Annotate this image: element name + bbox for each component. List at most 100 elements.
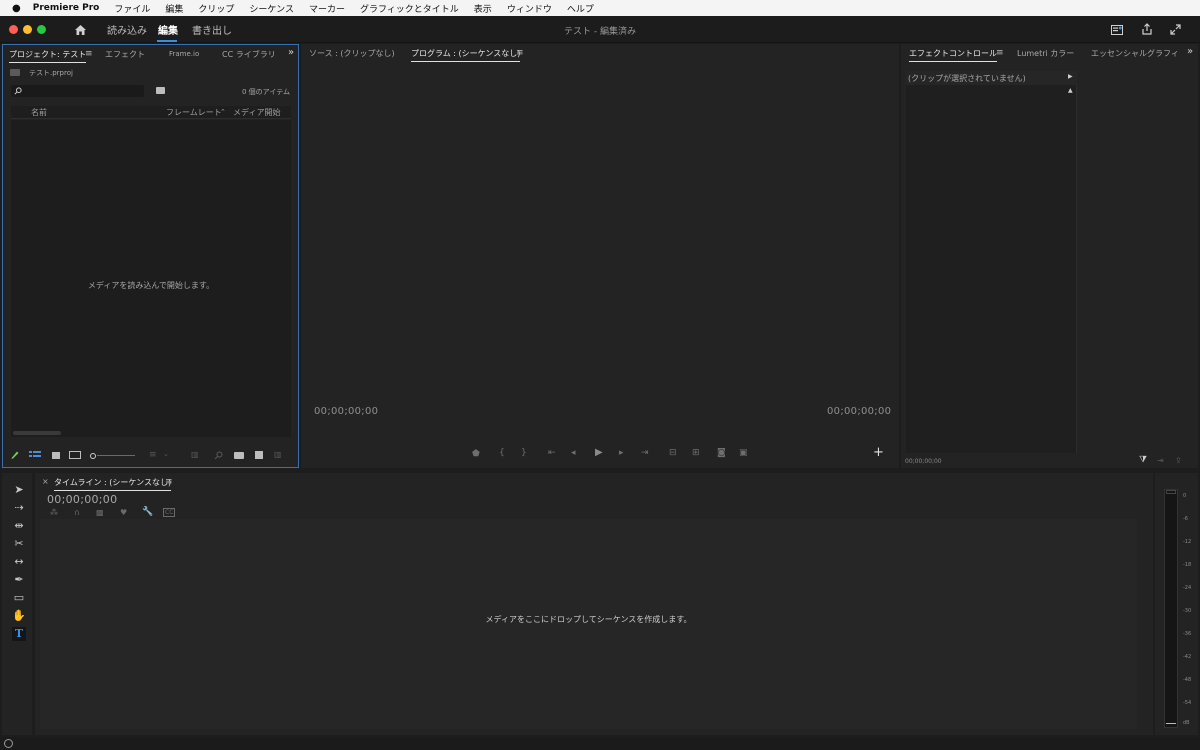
tab-frameio[interactable]: Frame.io <box>169 50 199 58</box>
share-icon[interactable] <box>1141 23 1153 35</box>
column-frame-rate[interactable]: フレームレート <box>166 107 222 118</box>
horizontal-scrollbar[interactable] <box>13 431 61 435</box>
tab-timeline[interactable]: タイムライン : (シーケンスなし) <box>54 477 172 491</box>
play-audio-icon[interactable]: ⇥ <box>1157 456 1164 465</box>
tab-lumetri-color[interactable]: Lumetri カラー <box>1017 48 1074 59</box>
effect-controls-menu-icon[interactable]: ≡ <box>996 48 1004 58</box>
tab-effect-controls[interactable]: エフェクトコントロール <box>909 48 997 62</box>
menu-marker[interactable]: マーカー <box>309 2 345 15</box>
home-icon[interactable] <box>74 24 87 36</box>
tab-essential-graphics[interactable]: エッセンシャルグラフィ <box>1091 48 1179 59</box>
fullscreen-icon[interactable] <box>1170 24 1181 35</box>
more-tabs-icon[interactable]: » <box>1187 46 1193 57</box>
export-frame-icon[interactable]: ◙ <box>717 448 726 458</box>
hand-tool-icon[interactable]: ✋ <box>12 609 26 623</box>
menu-graphics[interactable]: グラフィックとタイトル <box>360 2 459 15</box>
menu-view[interactable]: 表示 <box>474 2 492 15</box>
tab-program-monitor[interactable]: プログラム : (シーケンスなし) <box>411 48 521 62</box>
timeline-track-area[interactable]: メディアをここにドロップしてシーケンスを作成します。 <box>40 519 1137 729</box>
button-editor-icon[interactable]: + <box>873 445 884 460</box>
freeform-view-icon[interactable] <box>69 451 81 459</box>
program-video-area[interactable] <box>301 62 899 402</box>
tab-cc-libraries[interactable]: CC ライブラリ <box>222 49 276 60</box>
quick-export-icon[interactable] <box>1111 25 1123 35</box>
timeline-menu-icon[interactable]: ≡ <box>165 477 173 487</box>
workspace-tab-export[interactable]: 書き出し <box>192 22 232 37</box>
new-search-bin-icon[interactable] <box>156 87 165 94</box>
automate-sequence-icon[interactable]: ▥ <box>191 450 199 459</box>
column-media-start[interactable]: メディア開始 <box>233 107 280 118</box>
filter-icon[interactable]: ⧩ <box>1139 455 1147 465</box>
linked-selection-icon[interactable]: ▩ <box>96 508 104 517</box>
pen-tool-icon[interactable]: ✒ <box>12 573 26 587</box>
comparison-view-icon[interactable]: ▣ <box>739 448 748 458</box>
menu-file[interactable]: ファイル <box>114 2 150 15</box>
go-to-in-icon[interactable]: ⇤ <box>548 448 556 458</box>
step-forward-icon[interactable]: ▸ <box>619 448 624 458</box>
menu-clip[interactable]: クリップ <box>198 2 234 15</box>
workspace-tab-import[interactable]: 読み込み <box>107 22 147 37</box>
sort-ascending-icon[interactable]: ⌃ <box>220 108 226 116</box>
tab-source-monitor[interactable]: ソース : (クリップなし) <box>309 48 395 59</box>
add-marker-icon[interactable]: ♥ <box>120 508 127 517</box>
step-back-icon[interactable]: ◂ <box>571 448 576 458</box>
project-search-input[interactable] <box>11 85 144 97</box>
selection-tool-icon[interactable]: ➤ <box>12 483 26 497</box>
mark-out-icon[interactable]: } <box>521 448 527 458</box>
razor-tool-icon[interactable]: ✂ <box>12 537 26 551</box>
rectangle-tool-icon[interactable]: ▭ <box>12 591 26 605</box>
expand-right-icon[interactable]: ▶ <box>1068 73 1073 80</box>
sort-dropdown-icon[interactable]: ⌄ <box>163 450 169 458</box>
search-icon <box>14 87 22 95</box>
tab-project[interactable]: プロジェクト: テスト <box>9 49 87 63</box>
close-timeline-icon[interactable]: × <box>42 477 49 486</box>
extract-icon[interactable]: ⊞ <box>692 448 700 458</box>
icon-view-icon[interactable] <box>52 452 60 459</box>
find-icon[interactable] <box>214 451 223 460</box>
clip-selector[interactable]: (クリップが選択されていません) ▶ <box>906 71 1077 85</box>
add-marker-icon[interactable]: ⬟ <box>472 449 480 459</box>
menu-app-name[interactable]: Premiere Pro <box>33 3 100 13</box>
go-to-out-icon[interactable]: ⇥ <box>641 448 649 458</box>
type-tool-icon[interactable]: T <box>12 627 26 641</box>
clear-icon[interactable]: ▥ <box>274 450 282 459</box>
effect-controls-timecode[interactable]: 00;00;00;00 <box>905 458 942 465</box>
sort-icon[interactable]: ≡ <box>149 450 157 460</box>
mark-in-icon[interactable]: { <box>499 448 505 458</box>
menu-window[interactable]: ウィンドウ <box>507 2 552 15</box>
creative-cloud-icon[interactable] <box>4 739 13 748</box>
export-icon[interactable]: ⇪ <box>1175 456 1182 465</box>
zoom-slider-handle[interactable] <box>90 453 96 459</box>
play-icon[interactable]: ▶ <box>595 447 603 458</box>
pencil-icon[interactable] <box>11 451 19 460</box>
timeline-settings-wrench-icon[interactable]: 🔧 <box>142 507 153 517</box>
list-view-icon[interactable] <box>29 451 41 460</box>
captions-icon[interactable]: CC <box>163 508 176 517</box>
project-file-icon <box>10 69 20 76</box>
track-select-tool-icon[interactable]: ⇢ <box>12 501 26 515</box>
nest-icon[interactable]: ⁂ <box>50 508 58 517</box>
menu-sequence[interactable]: シーケンス <box>249 2 294 15</box>
more-tabs-icon[interactable]: » <box>288 47 294 58</box>
slip-tool-icon[interactable]: ↔ <box>12 555 26 569</box>
apple-menu-icon[interactable]: ● <box>12 3 21 14</box>
program-playhead-timecode[interactable]: 00;00;00;00 <box>314 406 378 417</box>
program-panel-menu-icon[interactable]: ≡ <box>516 48 524 58</box>
timeline-timecode[interactable]: 00;00;00;00 <box>47 493 117 506</box>
tools-panel: ➤ ⇢ ⇹ ✂ ↔ ✒ ▭ ✋ T <box>2 473 32 735</box>
menu-edit[interactable]: 編集 <box>165 2 183 15</box>
program-monitor-panel: ソース : (クリップなし) プログラム : (シーケンスなし) ≡ 00;00… <box>301 44 899 468</box>
menu-help[interactable]: ヘルプ <box>567 2 594 15</box>
ripple-edit-tool-icon[interactable]: ⇹ <box>12 519 26 533</box>
lift-icon[interactable]: ⊟ <box>669 448 677 458</box>
zoom-slider-track[interactable] <box>97 455 135 456</box>
new-bin-icon[interactable] <box>234 452 244 459</box>
new-item-icon[interactable] <box>255 451 263 459</box>
project-panel-menu-icon[interactable]: ≡ <box>85 49 93 59</box>
column-name[interactable]: 名前 <box>31 107 47 118</box>
tab-effects[interactable]: エフェクト <box>105 49 145 60</box>
workspace-tab-edit[interactable]: 編集 <box>158 22 178 37</box>
snap-icon[interactable]: ∩ <box>74 508 80 517</box>
collapse-up-icon[interactable]: ▲ <box>1068 87 1073 94</box>
project-item-list[interactable]: メディアを読み込んで開始します。 <box>11 120 291 437</box>
